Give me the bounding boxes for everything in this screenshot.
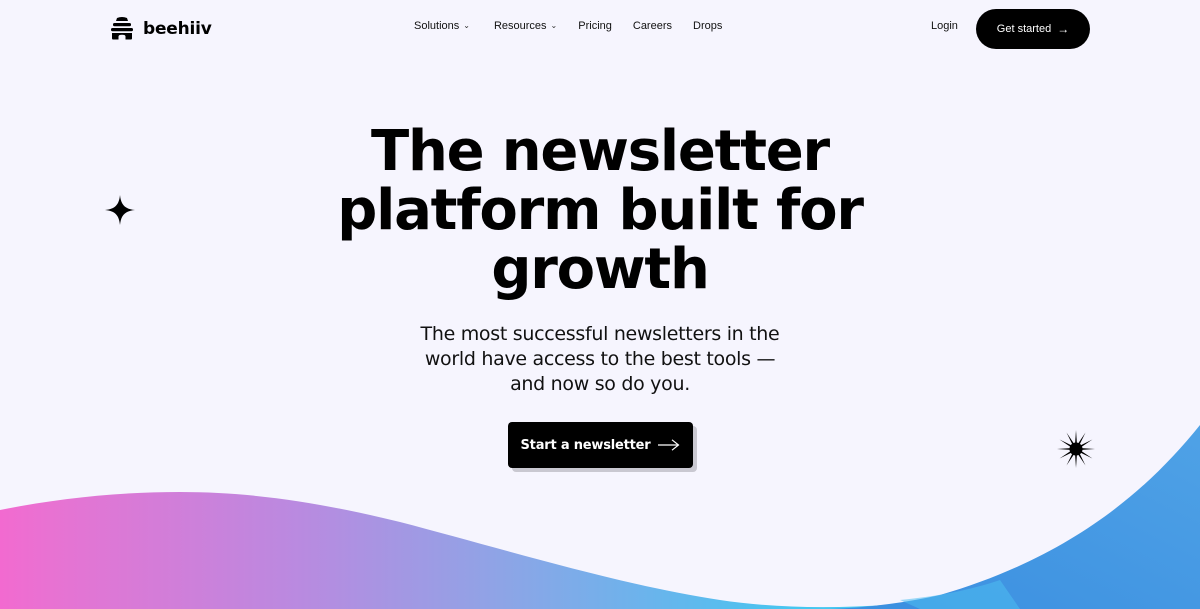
chevron-down-icon: ⌄ (463, 20, 470, 30)
headline-line: growth (491, 237, 710, 302)
nav-item-label: Drops (693, 20, 723, 32)
brand-logo-link[interactable]: beehiiv (110, 17, 212, 40)
brand-name: beehiiv (143, 18, 212, 39)
nav-item-label: Pricing (578, 20, 612, 32)
headline-line: platform built for (337, 178, 864, 243)
arrow-right-icon: → (1057, 22, 1070, 36)
subhead-line: and now so do you. (510, 373, 690, 395)
nav-item-resources[interactable]: Resources ⌄ (494, 20, 557, 32)
nav-item-careers[interactable]: Careers (633, 20, 672, 32)
four-point-sparkle-icon (105, 195, 135, 225)
background-wave (0, 425, 1200, 609)
start-newsletter-button[interactable]: Start a newsletter (508, 422, 693, 468)
get-started-button[interactable]: Get started → (976, 9, 1090, 49)
main-nav: Solutions ⌄ Resources ⌄ Pricing Careers … (414, 20, 722, 32)
login-link[interactable]: Login (931, 20, 958, 32)
site-header: beehiiv Solutions ⌄ Resources ⌄ Pricing … (0, 0, 1200, 58)
nav-item-drops[interactable]: Drops (693, 20, 722, 32)
hero-subheadline: The most successful newsletters in the w… (400, 322, 800, 397)
chevron-down-icon: ⌄ (550, 20, 558, 30)
nav-item-solutions[interactable]: Solutions ⌄ (414, 20, 470, 32)
nav-item-label: Resources (493, 20, 547, 32)
landing-page: beehiiv Solutions ⌄ Resources ⌄ Pricing … (0, 0, 1200, 609)
headline-line: The newsletter (371, 119, 830, 184)
nav-item-label: Solutions (414, 20, 460, 32)
hero-headline: The newsletter platform built for growth (300, 122, 900, 299)
nav-item-pricing[interactable]: Pricing (578, 20, 612, 32)
starburst-icon (1057, 430, 1095, 468)
get-started-label: Get started (996, 23, 1052, 35)
subhead-line: world have access to the best tools — (424, 348, 776, 370)
beehive-icon (111, 17, 133, 40)
arrow-right-icon (658, 439, 680, 451)
nav-item-label: Careers (632, 20, 672, 32)
subhead-line: The most successful newsletters in the (420, 323, 780, 345)
cta-label: Start a newsletter (520, 437, 651, 453)
